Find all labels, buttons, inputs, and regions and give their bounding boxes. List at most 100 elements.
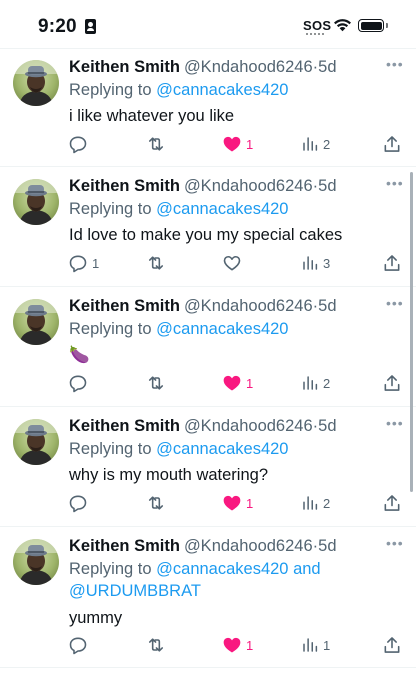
reply-item[interactable]: Keithen Smith @Kndahood6246·5d ••• Replyi… <box>0 167 416 287</box>
timestamp[interactable]: 5d <box>318 537 336 555</box>
views-button[interactable]: 2 <box>301 132 330 156</box>
retweet-button[interactable] <box>145 633 167 657</box>
views-icon <box>303 638 318 652</box>
share-button[interactable] <box>382 132 402 156</box>
views-button[interactable]: 2 <box>301 371 330 395</box>
avatar[interactable] <box>13 539 59 585</box>
reply-item[interactable]: Keithen Smith @Kndahood6246·5d ••• Replyi… <box>0 407 416 527</box>
like-count: 1 <box>246 495 254 511</box>
views-icon <box>303 496 318 510</box>
retweet-button[interactable] <box>145 491 167 515</box>
views-button[interactable]: 3 <box>301 251 330 275</box>
heart-filled-icon <box>223 495 241 511</box>
views-icon <box>303 376 318 390</box>
reply-text: yummy <box>69 609 123 627</box>
more-options-icon[interactable]: ••• <box>386 176 404 190</box>
mention-link[interactable]: @cannacakes420 <box>156 440 288 458</box>
timestamp[interactable]: 5d <box>318 58 336 76</box>
more-options-icon[interactable]: ••• <box>386 296 404 310</box>
like-button[interactable]: 1 <box>222 633 253 657</box>
author-line: Keithen Smith @Kndahood6246·5d <box>69 296 337 316</box>
reply-button[interactable] <box>68 633 88 657</box>
share-icon <box>384 255 400 271</box>
mention-link[interactable]: @cannacakes420 <box>156 320 288 338</box>
action-bar: 1 2 <box>60 371 416 395</box>
author-handle[interactable]: @Kndahood6246 <box>184 177 313 195</box>
mention-link[interactable]: @cannacakes420 <box>156 200 288 218</box>
mention-link-second[interactable]: @URDUMBBRAT <box>69 582 201 600</box>
avatar[interactable] <box>13 419 59 465</box>
retweet-button[interactable] <box>145 371 167 395</box>
battery-tip <box>386 23 388 28</box>
share-button[interactable] <box>382 251 402 275</box>
like-button[interactable]: 1 <box>222 491 253 515</box>
mention-link[interactable]: @cannacakes420 <box>156 81 288 99</box>
replying-to-label: Replying to <box>69 81 157 99</box>
retweet-button[interactable] <box>145 251 167 275</box>
view-count: 2 <box>323 375 331 391</box>
more-options-icon[interactable]: ••• <box>386 536 404 550</box>
author-name[interactable]: Keithen Smith <box>69 417 180 435</box>
retweet-button[interactable] <box>145 132 167 156</box>
like-button[interactable]: 1 <box>222 371 253 395</box>
author-handle[interactable]: @Kndahood6246 <box>184 537 313 555</box>
reply-count: 1 <box>92 255 100 271</box>
share-button[interactable] <box>382 633 402 657</box>
reply-button[interactable] <box>68 371 88 395</box>
views-button[interactable]: 1 <box>301 633 330 657</box>
reply-item[interactable]: Keithen Smith @Kndahood6246·5d ••• Replyi… <box>0 48 416 167</box>
timestamp[interactable]: 5d <box>318 177 336 195</box>
heart-filled-icon <box>223 136 241 152</box>
share-icon <box>384 136 400 152</box>
author-name[interactable]: Keithen Smith <box>69 58 180 76</box>
author-handle[interactable]: @Kndahood6246 <box>184 58 313 76</box>
share-button[interactable] <box>382 371 402 395</box>
avatar[interactable] <box>13 179 59 225</box>
reply-text: 🍆 <box>69 346 90 364</box>
view-count: 2 <box>323 136 331 152</box>
replying-to-line: Replying to @cannacakes420 and @URDUMBBRA… <box>69 558 369 602</box>
replying-to-label: Replying to <box>69 560 157 578</box>
timestamp[interactable]: 5d <box>318 297 336 315</box>
views-icon <box>303 137 318 151</box>
more-options-icon[interactable]: ••• <box>386 57 404 71</box>
action-bar: 1 3 <box>60 251 416 275</box>
comment-icon <box>69 375 87 393</box>
author-handle[interactable]: @Kndahood6246 <box>184 297 313 315</box>
author-name[interactable]: Keithen Smith <box>69 297 180 315</box>
like-button[interactable]: 1 <box>222 132 253 156</box>
view-count: 1 <box>323 637 331 653</box>
heart-filled-icon <box>223 375 241 391</box>
person-card-icon <box>85 19 96 34</box>
retweet-icon <box>148 496 164 510</box>
reply-text: why is my mouth watering? <box>69 466 268 484</box>
comment-icon <box>69 136 87 154</box>
reply-item[interactable]: Keithen Smith @Kndahood6246·5d ••• Replyi… <box>0 527 416 668</box>
comment-icon <box>69 495 87 513</box>
reply-button[interactable] <box>68 132 88 156</box>
avatar[interactable] <box>13 60 59 106</box>
author-line: Keithen Smith @Kndahood6246·5d <box>69 416 337 436</box>
share-button[interactable] <box>382 491 402 515</box>
more-options-icon[interactable]: ••• <box>386 416 404 430</box>
retweet-icon <box>148 256 164 270</box>
reply-text: Id love to make you my special cakes <box>69 226 343 244</box>
avatar[interactable] <box>13 299 59 345</box>
reply-button[interactable]: 1 <box>68 251 99 275</box>
reply-item[interactable]: Keithen Smith @Kndahood6246·5d ••• Replyi… <box>0 287 416 407</box>
timestamp[interactable]: 5d <box>318 417 336 435</box>
sos-indicator: SOS <box>303 18 332 33</box>
like-count: 1 <box>246 637 254 653</box>
like-button[interactable] <box>222 251 242 275</box>
scrollbar[interactable] <box>410 172 413 492</box>
signal-dots <box>305 33 325 35</box>
mention-link[interactable]: @cannacakes420 <box>156 560 288 578</box>
share-icon <box>384 375 400 391</box>
share-icon <box>384 495 400 511</box>
views-button[interactable]: 2 <box>301 491 330 515</box>
reply-button[interactable] <box>68 491 88 515</box>
author-name[interactable]: Keithen Smith <box>69 177 180 195</box>
author-handle[interactable]: @Kndahood6246 <box>184 417 313 435</box>
replying-joiner: and <box>288 560 321 578</box>
author-name[interactable]: Keithen Smith <box>69 537 180 555</box>
